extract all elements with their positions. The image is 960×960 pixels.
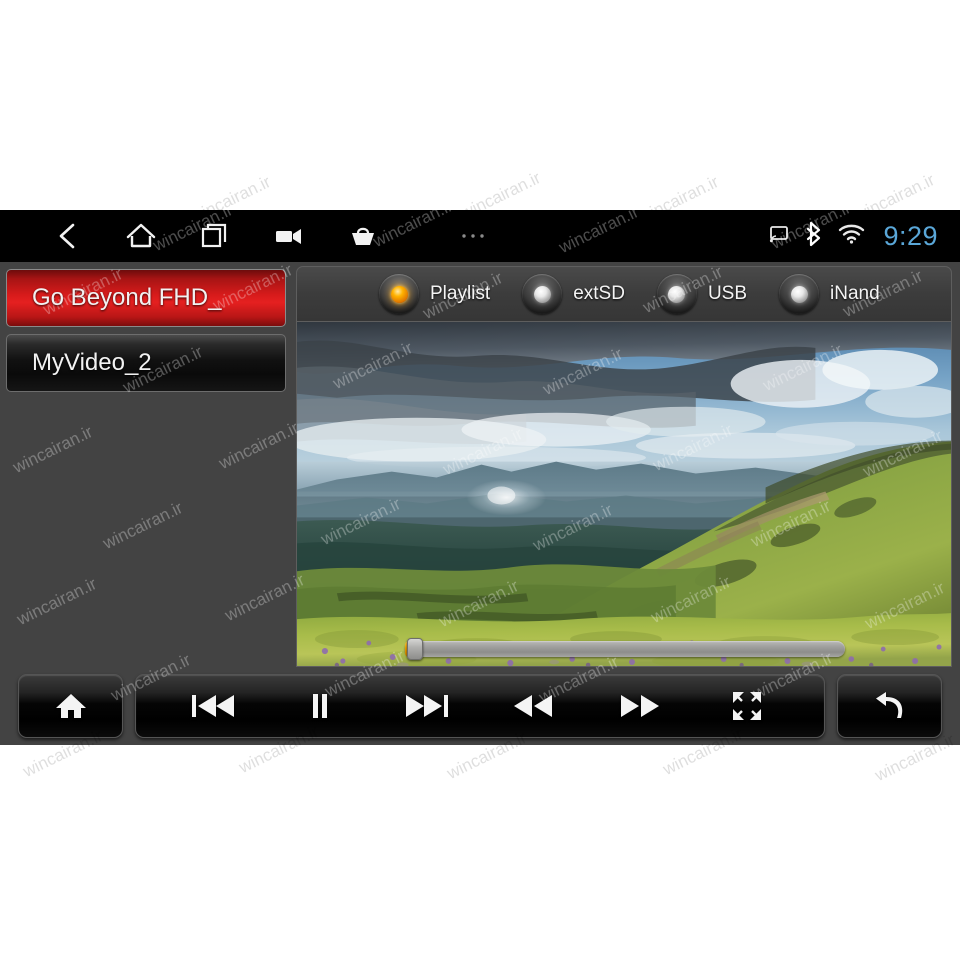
playlist-sidebar: Go Beyond FHD_ MyVideo_2 xyxy=(0,262,292,667)
radio-button-icon[interactable] xyxy=(779,274,820,314)
previous-track-button[interactable] xyxy=(186,674,240,738)
progress-thumb[interactable] xyxy=(407,638,424,660)
source-label: USB xyxy=(707,283,748,304)
camera-icon[interactable] xyxy=(252,210,326,262)
source-selector-bar: Playlist extSD USB iNand xyxy=(296,266,952,322)
player-panel: Playlist extSD USB iNand xyxy=(296,266,952,667)
list-item[interactable]: Go Beyond FHD_ xyxy=(6,269,286,327)
wifi-icon xyxy=(838,223,865,249)
return-button[interactable] xyxy=(863,674,917,738)
video-frame-artwork xyxy=(297,322,951,666)
radio-button-icon[interactable] xyxy=(656,274,697,314)
home-icon[interactable] xyxy=(104,210,178,262)
back-icon[interactable] xyxy=(30,210,104,262)
radio-button-icon[interactable] xyxy=(379,274,419,314)
android-status-bar: 9:29 xyxy=(0,210,960,262)
basket-icon[interactable] xyxy=(326,210,400,262)
rewind-button[interactable] xyxy=(506,674,560,738)
navigation-icon-group xyxy=(30,210,510,262)
screenshot-root: 9:29 Go Beyond FHD_ MyVideo_2 Playlist e… xyxy=(0,0,960,960)
radio-button-icon[interactable] xyxy=(522,274,563,314)
list-item[interactable]: MyVideo_2 xyxy=(6,334,286,392)
fullscreen-button[interactable] xyxy=(720,674,774,738)
more-icon[interactable] xyxy=(436,210,510,262)
media-button-group xyxy=(135,674,825,738)
return-button-group xyxy=(837,674,942,738)
car-headunit-screen: 9:29 Go Beyond FHD_ MyVideo_2 Playlist e… xyxy=(0,210,960,745)
source-option-extsd[interactable]: extSD xyxy=(522,274,625,314)
recents-icon[interactable] xyxy=(178,210,252,262)
status-indicator-group: 9:29 xyxy=(768,210,938,262)
status-clock: 9:29 xyxy=(883,220,938,251)
source-label: Playlist xyxy=(430,283,491,304)
playlist-item-label: Go Beyond FHD_ xyxy=(32,284,222,311)
home-button[interactable] xyxy=(44,674,98,738)
playlist-item-label: MyVideo_2 xyxy=(32,349,152,376)
player-control-bar xyxy=(0,667,960,745)
source-option-inand[interactable]: iNand xyxy=(779,274,880,314)
fast-forward-button[interactable] xyxy=(613,674,667,738)
video-progress-bar[interactable] xyxy=(405,638,845,660)
pause-button[interactable] xyxy=(293,674,347,738)
progress-track[interactable] xyxy=(405,641,845,657)
home-button-group xyxy=(18,674,123,738)
source-label: extSD xyxy=(573,283,625,304)
source-option-playlist[interactable]: Playlist xyxy=(379,274,490,314)
next-track-button[interactable] xyxy=(400,674,454,738)
video-viewport[interactable] xyxy=(296,322,952,667)
bluetooth-icon xyxy=(804,221,824,252)
source-option-usb[interactable]: USB xyxy=(656,274,748,314)
cast-icon xyxy=(768,224,790,249)
source-label: iNand xyxy=(830,283,880,304)
